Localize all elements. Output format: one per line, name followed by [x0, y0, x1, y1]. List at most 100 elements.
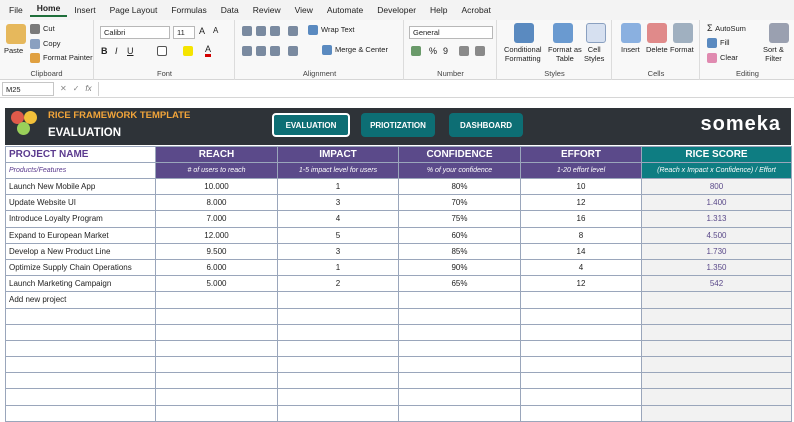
cell-effort[interactable]: [520, 356, 642, 374]
underline-icon[interactable]: U: [127, 46, 134, 56]
cell-styles-icon[interactable]: [586, 23, 606, 43]
nav-evaluation-button[interactable]: EVALUATION: [272, 113, 350, 137]
paste-button[interactable]: Paste: [4, 46, 23, 55]
cell-rice-score[interactable]: 1.350: [641, 258, 792, 277]
delete-button[interactable]: Delete: [646, 45, 668, 54]
conditional-formatting-button[interactable]: Conditional Formatting: [504, 45, 542, 63]
cell-project[interactable]: Update Website UI: [5, 194, 156, 212]
name-box[interactable]: M25: [2, 81, 54, 96]
cut-button[interactable]: Cut: [30, 24, 55, 35]
sort-filter-icon[interactable]: [769, 23, 789, 43]
cell-impact[interactable]: 3: [277, 242, 399, 260]
cell-effort[interactable]: [520, 307, 642, 325]
fill-color-icon[interactable]: [183, 46, 196, 57]
cell-project[interactable]: Add new project: [5, 291, 156, 309]
font-color-icon[interactable]: A: [205, 44, 212, 57]
cell-project[interactable]: [5, 356, 156, 374]
format-painter-button[interactable]: Format Painter: [30, 53, 93, 64]
enter-icon[interactable]: ✓: [73, 84, 80, 93]
comma-icon[interactable]: 9: [443, 46, 448, 56]
cell-impact[interactable]: 5: [277, 226, 399, 244]
paste-icon[interactable]: [6, 24, 26, 44]
nav-priotization-button[interactable]: PRIOTIZATION: [361, 113, 435, 137]
cell-confidence[interactable]: [398, 291, 521, 309]
cell-effort[interactable]: 14: [520, 242, 642, 260]
align-center-icon[interactable]: [256, 46, 269, 57]
menu-acrobat[interactable]: Acrobat: [455, 5, 498, 15]
copy-button[interactable]: Copy: [30, 39, 61, 50]
cell-effort[interactable]: 16: [520, 210, 642, 228]
align-bottom-icon[interactable]: [270, 26, 283, 37]
cell-confidence[interactable]: [398, 339, 521, 358]
format-as-table-button[interactable]: Format as Table: [548, 45, 582, 63]
cell-impact[interactable]: [277, 404, 399, 422]
cell-reach[interactable]: [155, 356, 278, 374]
cell-impact[interactable]: [277, 339, 399, 358]
cell-reach[interactable]: 7.000: [155, 210, 278, 228]
font-size-select[interactable]: 11: [173, 26, 195, 39]
cell-effort[interactable]: [520, 339, 642, 358]
cell-confidence[interactable]: 75%: [398, 210, 521, 228]
cell-confidence[interactable]: [398, 388, 521, 406]
cell-rice-score[interactable]: 1.400: [641, 194, 792, 212]
cell-project[interactable]: [5, 372, 156, 390]
menu-developer[interactable]: Developer: [370, 5, 423, 15]
cell-effort[interactable]: 8: [520, 226, 642, 244]
cell-project[interactable]: Optimize Supply Chain Operations: [5, 258, 156, 277]
indent-icon[interactable]: [288, 46, 301, 57]
cell-rice-score[interactable]: 4.500: [641, 226, 792, 244]
cell-impact[interactable]: [277, 323, 399, 341]
cell-effort[interactable]: [520, 323, 642, 341]
format-button[interactable]: Format: [670, 45, 694, 54]
cell-confidence[interactable]: 90%: [398, 258, 521, 277]
cell-effort[interactable]: 12: [520, 275, 642, 293]
cell-rice-score[interactable]: [641, 339, 792, 358]
wrap-text-button[interactable]: Wrap Text: [308, 25, 355, 36]
cell-rice-score[interactable]: 800: [641, 177, 792, 196]
font-name-select[interactable]: Calibri: [100, 26, 170, 39]
insert-button[interactable]: Insert: [621, 45, 640, 54]
cell-project[interactable]: [5, 404, 156, 422]
align-middle-icon[interactable]: [256, 26, 269, 37]
cell-project[interactable]: Launch Marketing Campaign: [5, 275, 156, 293]
align-right-icon[interactable]: [270, 46, 283, 57]
cell-confidence[interactable]: [398, 356, 521, 374]
cell-confidence[interactable]: [398, 323, 521, 341]
cell-confidence[interactable]: 60%: [398, 226, 521, 244]
menu-formulas[interactable]: Formulas: [164, 5, 213, 15]
cell-effort[interactable]: [520, 404, 642, 422]
cell-rice-score[interactable]: 1.730: [641, 242, 792, 260]
bold-icon[interactable]: B: [101, 46, 108, 56]
cell-project[interactable]: Expand to European Market: [5, 226, 156, 244]
formula-input[interactable]: [97, 81, 794, 96]
menu-review[interactable]: Review: [246, 5, 288, 15]
cell-reach[interactable]: [155, 291, 278, 309]
cell-project[interactable]: [5, 323, 156, 341]
font-grow-icon[interactable]: A: [199, 26, 205, 36]
cell-impact[interactable]: 4: [277, 210, 399, 228]
conditional-formatting-icon[interactable]: [514, 23, 534, 43]
orientation-icon[interactable]: [288, 26, 301, 37]
borders-icon[interactable]: [157, 46, 170, 57]
menu-insert[interactable]: Insert: [67, 5, 102, 15]
cell-styles-button[interactable]: Cell Styles: [584, 45, 604, 63]
autosum-button[interactable]: Σ AutoSum: [707, 23, 746, 33]
cell-rice-score[interactable]: 542: [641, 275, 792, 293]
align-top-icon[interactable]: [242, 26, 255, 37]
sort-filter-button[interactable]: Sort & Filter: [763, 45, 784, 63]
cell-confidence[interactable]: [398, 404, 521, 422]
cell-reach[interactable]: 10.000: [155, 177, 278, 196]
nav-dashboard-button[interactable]: DASHBOARD: [449, 113, 523, 137]
cell-rice-score[interactable]: [641, 372, 792, 390]
cell-impact[interactable]: [277, 388, 399, 406]
cell-project[interactable]: [5, 307, 156, 325]
cell-effort[interactable]: 4: [520, 258, 642, 277]
fx-icon[interactable]: fx: [85, 84, 91, 93]
cell-impact[interactable]: 1: [277, 258, 399, 277]
menu-file[interactable]: File: [2, 5, 30, 15]
italic-icon[interactable]: I: [115, 46, 118, 56]
cancel-icon[interactable]: ✕: [60, 84, 67, 93]
cell-rice-score[interactable]: [641, 291, 792, 309]
cell-confidence[interactable]: 70%: [398, 194, 521, 212]
cell-rice-score[interactable]: [641, 388, 792, 406]
